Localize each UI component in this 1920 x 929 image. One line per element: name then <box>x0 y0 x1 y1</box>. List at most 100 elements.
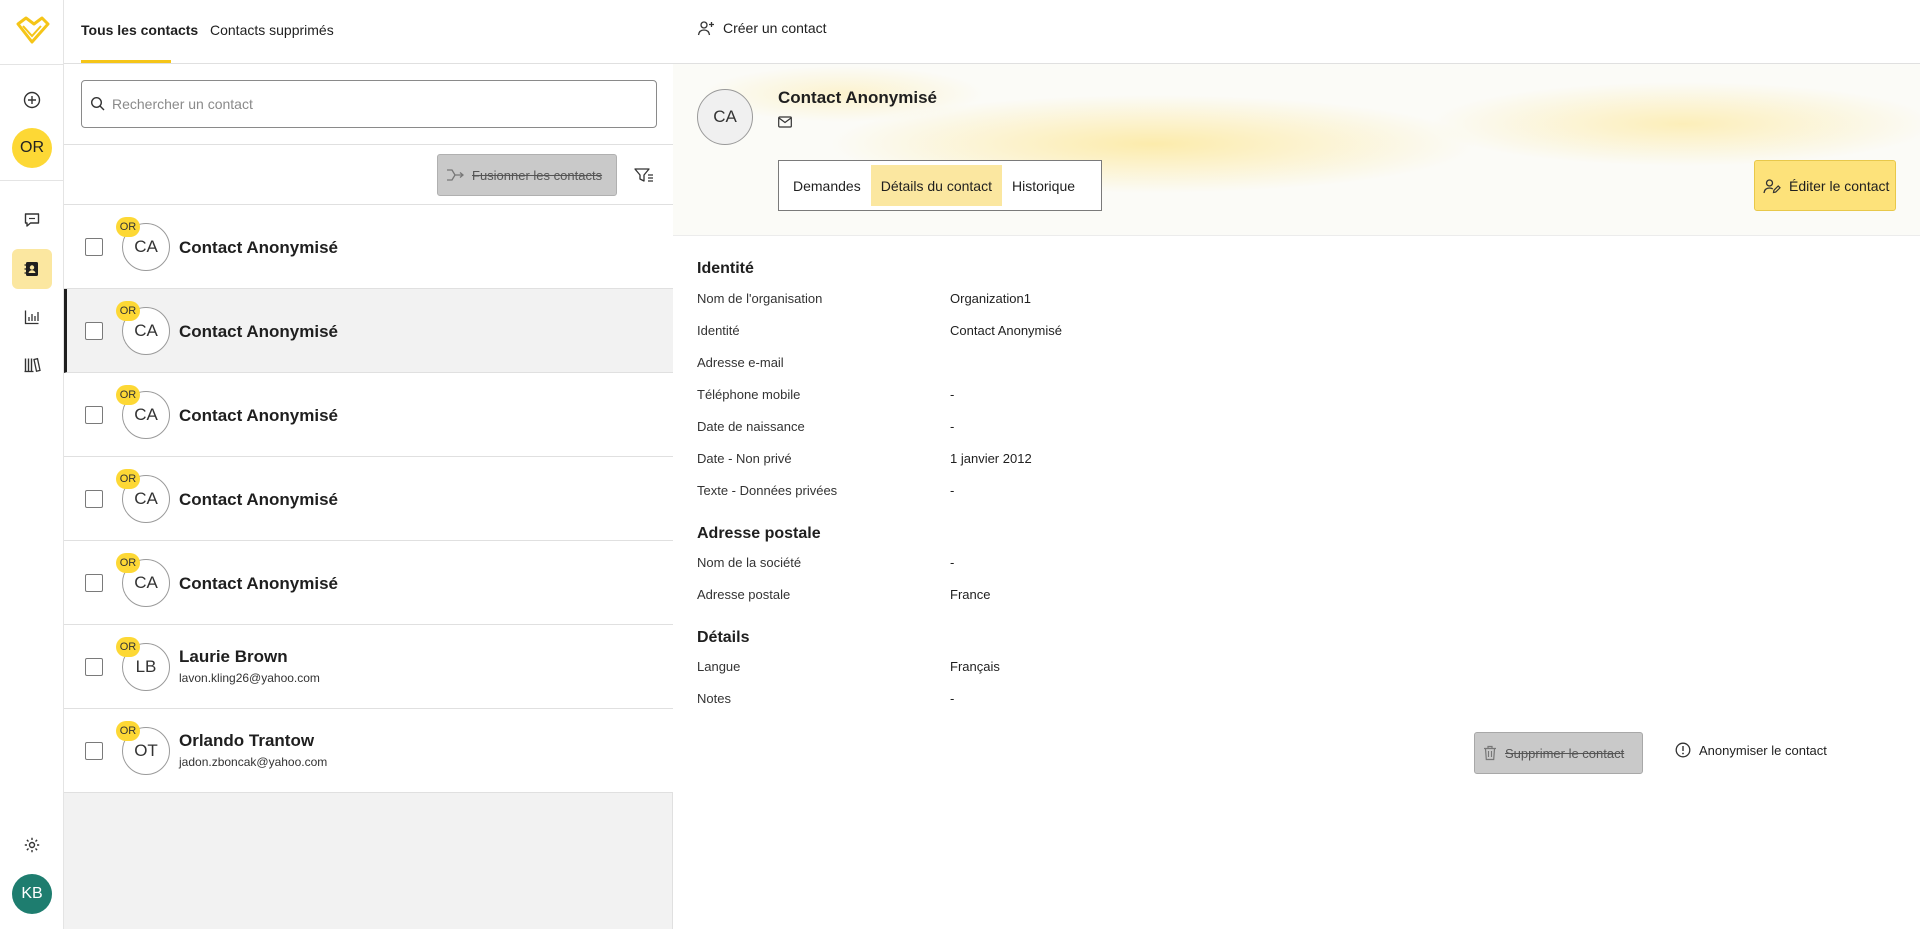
field-value: 1 janvier 2012 <box>950 451 1032 466</box>
list-item[interactable]: LB OR Laurie Brown lavon.kling26@yahoo.c… <box>64 625 673 709</box>
field-label: Langue <box>697 659 741 674</box>
org-badge: OR <box>116 217 140 237</box>
contact-title: Contact Anonymisé <box>778 88 938 107</box>
list-item-selected[interactable]: CA OR Contact Anonymisé <box>64 289 673 373</box>
rail-item-conversations[interactable] <box>12 200 52 240</box>
field-value: - <box>950 691 955 706</box>
contact-header: CA Contact Anonymisé Demandes Détails du… <box>673 64 1920 236</box>
org-badge: OR <box>116 469 140 489</box>
contact-name: Contact Anonymisé <box>179 322 339 341</box>
bar-chart-icon <box>24 310 39 325</box>
edit-user-icon <box>1763 178 1781 193</box>
tab-deleted-contacts[interactable]: Contacts supprimés <box>210 22 334 38</box>
search-icon <box>90 96 105 111</box>
merge-contacts-label: Fusionner les contacts <box>472 167 603 183</box>
org-badge: OR <box>116 385 140 405</box>
edit-contact-button[interactable]: Éditer le contact <box>1754 160 1896 211</box>
org-badge: OR <box>116 301 140 321</box>
field-value: Contact Anonymisé <box>950 323 1063 338</box>
rail-item-library[interactable] <box>12 345 52 385</box>
contact-list: CA OR Contact Anonymisé CA OR Contact An… <box>64 205 673 793</box>
tab-contact-details[interactable]: Détails du contact <box>870 165 1002 206</box>
delete-contact-button[interactable]: Supprimer le contact <box>1474 732 1643 774</box>
active-tab-indicator <box>81 60 171 63</box>
rail-item-contacts[interactable] <box>12 249 52 289</box>
org-badge: OR <box>116 637 140 657</box>
row-checkbox[interactable] <box>85 490 103 508</box>
field-value: - <box>950 555 955 570</box>
row-checkbox[interactable] <box>85 574 103 592</box>
field-value: - <box>950 483 955 498</box>
field-value: - <box>950 387 955 402</box>
merge-contacts-button[interactable]: Fusionner les contacts <box>437 154 617 196</box>
tab-requests[interactable]: Demandes <box>783 165 871 206</box>
list-item[interactable]: CA OR Contact Anonymisé <box>64 373 673 457</box>
list-toolbar: Fusionner les contacts <box>64 145 673 205</box>
contact-book-icon <box>24 262 38 276</box>
field-value: Organization1 <box>950 291 1031 306</box>
search-box <box>81 80 657 128</box>
contact-name: Contact Anonymisé <box>179 490 339 509</box>
contact-name: Contact Anonymisé <box>179 238 339 257</box>
org-avatar[interactable]: OR <box>12 128 52 168</box>
field-label: Notes <box>697 691 731 706</box>
row-checkbox[interactable] <box>85 322 103 340</box>
user-avatar[interactable]: KB <box>12 874 52 914</box>
trash-icon <box>1484 745 1496 761</box>
field-value: France <box>950 587 991 602</box>
contact-detail-panel: Créer un contact CA Contact Anonymisé De… <box>673 0 1920 929</box>
app-rail: OR KB <box>0 0 64 929</box>
filter-icon[interactable] <box>634 166 654 184</box>
contact-name: Orlando Trantow <box>179 731 315 750</box>
add-button[interactable] <box>12 80 52 120</box>
field-label: Téléphone mobile <box>697 387 801 402</box>
contact-name: Contact Anonymisé <box>179 574 339 593</box>
create-contact-label: Créer un contact <box>723 20 827 36</box>
search-row <box>64 64 673 145</box>
delete-contact-label: Supprimer le contact <box>1505 745 1625 761</box>
field-label: Date - Non privé <box>697 451 792 466</box>
list-item[interactable]: CA OR Contact Anonymisé <box>64 205 673 289</box>
app-logo-icon[interactable] <box>14 14 50 46</box>
row-checkbox[interactable] <box>85 406 103 424</box>
field-value: Français <box>950 659 1000 674</box>
field-label: Nom de la société <box>697 555 802 570</box>
contact-email: lavon.kling26@yahoo.com <box>179 671 320 685</box>
row-checkbox[interactable] <box>85 658 103 676</box>
rail-item-statistics[interactable] <box>12 297 52 337</box>
row-checkbox[interactable] <box>85 238 103 256</box>
create-contact-button[interactable]: Créer un contact <box>697 20 827 36</box>
list-item[interactable]: CA OR Contact Anonymisé <box>64 541 673 625</box>
chat-icon <box>24 213 40 227</box>
anonymize-contact-label: Anonymiser le contact <box>1699 742 1827 758</box>
gear-icon <box>24 837 40 853</box>
field-value: - <box>950 419 955 434</box>
row-checkbox[interactable] <box>85 742 103 760</box>
detail-topbar: Créer un contact <box>673 0 1920 64</box>
org-badge: OR <box>116 553 140 573</box>
field-label: Adresse postale <box>697 587 791 602</box>
contact-name: Laurie Brown <box>179 647 288 666</box>
tab-all-contacts[interactable]: Tous les contacts <box>81 22 198 38</box>
field-label: Date de naissance <box>697 419 805 434</box>
merge-icon <box>447 169 464 181</box>
add-user-icon <box>697 21 714 36</box>
section-identity-title: Identité <box>697 260 754 277</box>
info-circle-icon <box>1675 742 1691 758</box>
field-label: Adresse e-mail <box>697 355 784 370</box>
list-tabs: Tous les contacts Contacts supprimés <box>64 0 673 64</box>
contact-avatar-large: CA <box>697 89 753 145</box>
edit-contact-label: Éditer le contact <box>1789 177 1890 194</box>
tab-history[interactable]: Historique <box>1002 165 1085 206</box>
contact-list-panel: Tous les contacts Contacts supprimés Fus… <box>64 0 673 929</box>
search-input[interactable] <box>112 81 642 127</box>
list-item[interactable]: CA OR Contact Anonymisé <box>64 457 673 541</box>
list-item[interactable]: OT OR Orlando Trantow jadon.zboncak@yaho… <box>64 709 673 793</box>
detail-tabs: Demandes Détails du contact Historique <box>778 160 1102 211</box>
field-label: Identité <box>697 323 740 338</box>
field-label: Nom de l'organisation <box>697 291 823 306</box>
settings-button[interactable] <box>12 825 52 865</box>
mail-icon <box>778 116 792 128</box>
section-postal-title: Adresse postale <box>697 525 821 542</box>
anonymize-contact-button[interactable]: Anonymiser le contact <box>1675 742 1827 758</box>
